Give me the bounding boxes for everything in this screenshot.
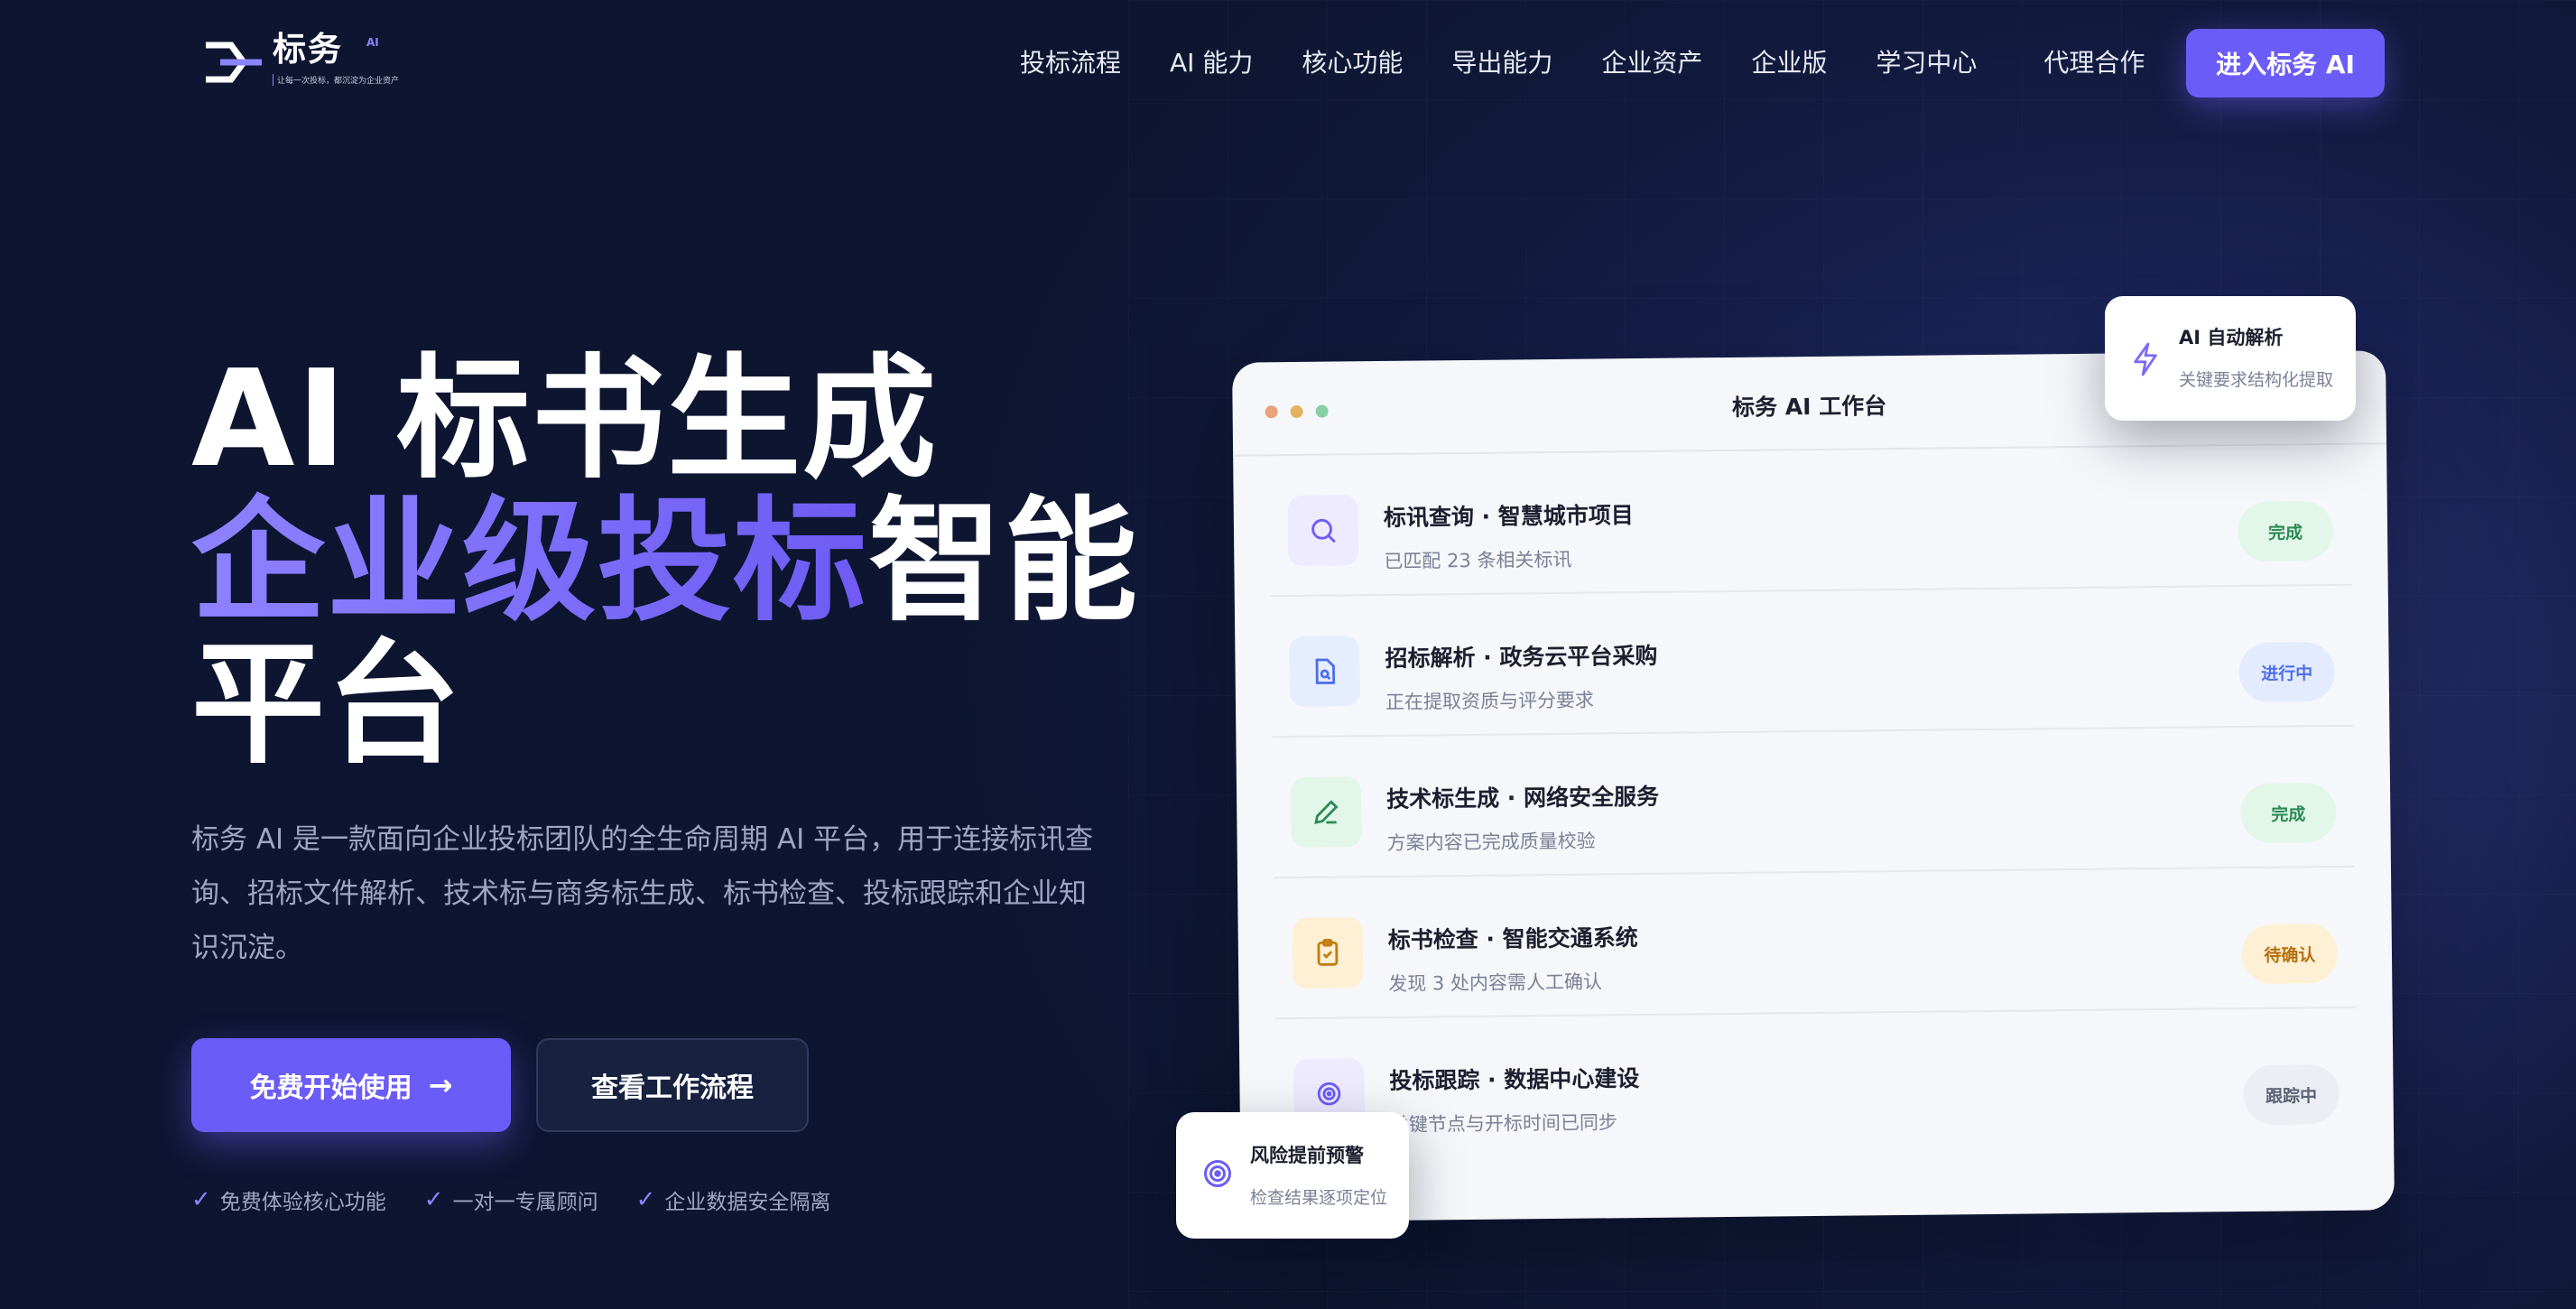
status-badge: 跟踪中: [2243, 1063, 2340, 1126]
nav-item-ai-capability[interactable]: AI 能力: [1170, 42, 1253, 85]
risk-warning-title: 风险提前预警: [1250, 1145, 1364, 1166]
hero-title-line-2: 企业级投标智能: [191, 490, 1139, 633]
feature-label: 免费体验核心功能: [219, 1191, 386, 1214]
status-badge: 完成: [2237, 500, 2334, 562]
task-row[interactable]: 标讯查询 · 智慧城市项目 已匹配 23 条相关标讯 完成: [1269, 444, 2352, 598]
ai-parse-subtitle: 关键要求结构化提取: [2179, 370, 2334, 390]
task-subtitle: 关键节点与开标时间已同步: [1389, 1111, 1618, 1136]
nav-item-agent-partnership[interactable]: 代理合作: [2043, 42, 2145, 85]
task-list: 标讯查询 · 智慧城市项目 已匹配 23 条相关标讯 完成 招标解析 · 政务云…: [1269, 444, 2358, 1161]
hero-title-line-3: 平台: [191, 627, 462, 782]
task-subtitle: 发现 3 处内容需人工确认: [1388, 970, 1603, 995]
feature-label: 企业数据安全隔离: [664, 1191, 831, 1214]
feature-label: 一对一专属顾问: [452, 1191, 598, 1214]
nav-item-enterprise-edition[interactable]: 企业版: [1751, 42, 1827, 85]
feature-item: ✓ 企业数据安全隔离: [636, 1184, 831, 1215]
hero-description: 标务 AI 是一款面向企业投标团队的全生命周期 AI 平台，用于连接标讯查询、招…: [191, 823, 1094, 964]
task-title: 标讯查询 · 智慧城市项目: [1383, 502, 1634, 531]
task-title: 标书检查 · 智能交通系统: [1387, 924, 1638, 953]
status-badge: 进行中: [2238, 641, 2336, 703]
task-subtitle: 正在提取资质与评分要求: [1385, 689, 1595, 713]
document-search-icon: [1289, 636, 1361, 708]
task-row[interactable]: 招标解析 · 政务云平台采购 正在提取资质与评分要求 进行中: [1270, 585, 2354, 738]
task-title: 投标跟踪 · 数据中心建设: [1389, 1065, 1640, 1094]
task-title: 技术标生成 · 网络安全服务: [1385, 783, 1660, 812]
ai-parse-title: AI 自动解析: [2179, 327, 2284, 348]
hero-title-rest: 智能: [868, 484, 1139, 639]
site-header: 标务 让每一次投标，都沉淀为企业资产 AI 投标流程 AI 能力 核心功能 导出…: [0, 0, 2576, 126]
brand-superscript: AI: [366, 36, 379, 49]
status-badge: 完成: [2239, 782, 2337, 844]
start-free-label: 免费开始使用: [249, 1072, 412, 1104]
feature-list: ✓ 免费体验核心功能 ✓ 一对一专属顾问 ✓ 企业数据安全隔离: [191, 1184, 868, 1215]
workbench-card: 标务 AI 工作台 标讯查询 · 智慧城市项目 已匹配 23 条相关标讯 完成 …: [1232, 350, 2395, 1222]
risk-warning-subtitle: 检查结果逐项定位: [1250, 1188, 1388, 1208]
check-icon: ✓: [635, 1186, 656, 1213]
pen-icon: [1290, 776, 1362, 849]
hero-title: AI 标书生成 企业级投标智能 平台: [191, 348, 1139, 775]
task-subtitle: 方案内容已完成质量校验: [1386, 830, 1596, 854]
nav-item-bid-process[interactable]: 投标流程: [1020, 42, 1121, 85]
check-icon: ✓: [191, 1186, 211, 1213]
task-title: 招标解析 · 政务云平台采购: [1385, 642, 1658, 672]
hero-title-line-1: AI 标书生成: [191, 341, 939, 497]
brand-mark-icon: [206, 42, 262, 83]
main-nav: 投标流程 AI 能力 核心功能 导出能力 企业资产 企业版 学习中心 代理合作: [1020, 42, 2193, 85]
arrow-right-icon: →: [428, 1068, 453, 1102]
status-badge: 待确认: [2241, 923, 2339, 985]
nav-item-enterprise-assets[interactable]: 企业资产: [1601, 42, 1702, 85]
ai-parse-card: AI 自动解析 关键要求结构化提取: [2105, 296, 2356, 421]
view-workflow-button[interactable]: 查看工作流程: [536, 1038, 809, 1132]
brand-logo[interactable]: 标务 让每一次投标，都沉淀为企业资产 AI: [204, 29, 399, 86]
feature-item: ✓ 一对一专属顾问: [424, 1184, 598, 1215]
feature-item: ✓ 免费体验核心功能: [191, 1184, 386, 1215]
lightning-icon: [2134, 342, 2157, 376]
enter-app-button[interactable]: 进入标务 AI: [2186, 29, 2385, 97]
risk-warning-card: 风险提前预警 检查结果逐项定位: [1176, 1112, 1409, 1239]
brand-name: 标务: [273, 30, 343, 69]
landing-page: 标务 让每一次投标，都沉淀为企业资产 AI 投标流程 AI 能力 核心功能 导出…: [0, 0, 2576, 1309]
nav-item-learning-center[interactable]: 学习中心: [1876, 42, 1977, 85]
nav-item-core-features[interactable]: 核心功能: [1302, 42, 1403, 85]
clipboard-check-icon: [1292, 917, 1364, 989]
check-icon: ✓: [423, 1186, 444, 1213]
brand-tagline: 让每一次投标，都沉淀为企业资产: [273, 74, 399, 86]
start-free-button[interactable]: 免费开始使用 →: [191, 1038, 511, 1132]
task-row[interactable]: 投标跟踪 · 数据中心建设 关键节点与开标时间已同步 跟踪中: [1275, 1008, 2358, 1161]
task-subtitle: 已匹配 23 条相关标讯: [1384, 548, 1572, 572]
task-row[interactable]: 标书检查 · 智能交通系统 发现 3 处内容需人工确认 待确认: [1274, 867, 2357, 1020]
radar-icon: [1204, 1160, 1231, 1187]
hero-title-accent: 企业级投标: [191, 484, 868, 639]
search-icon: [1287, 495, 1359, 567]
nav-item-export[interactable]: 导出能力: [1451, 42, 1552, 85]
task-row[interactable]: 技术标生成 · 网络安全服务 方案内容已完成质量校验 完成: [1272, 726, 2355, 879]
